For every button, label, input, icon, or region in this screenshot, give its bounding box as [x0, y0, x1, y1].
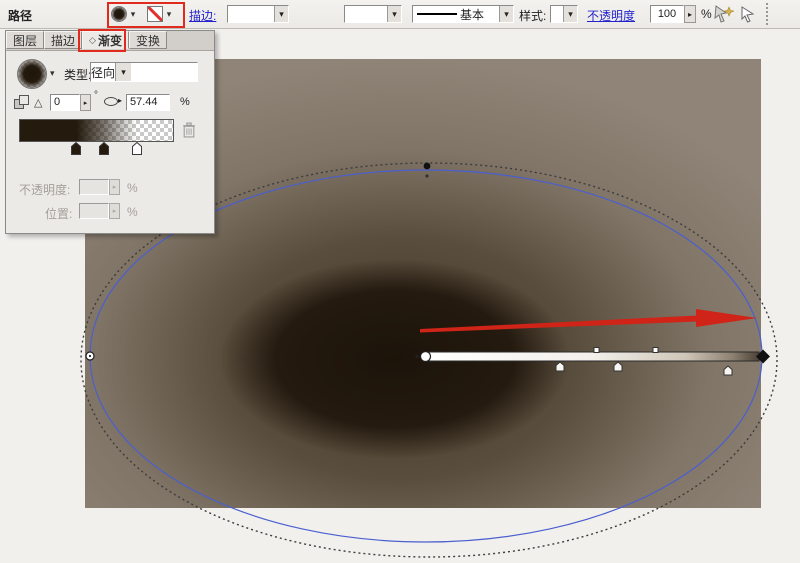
- stroke-category-select[interactable]: ▾: [227, 5, 289, 23]
- opacity-slider-button[interactable]: ▸: [684, 5, 696, 23]
- chevron-down-icon[interactable]: ▾: [563, 6, 577, 22]
- stop-opacity-label: 不透明度:: [19, 183, 71, 197]
- chevron-down-icon: ▾: [130, 8, 136, 19]
- stroke-tip-select[interactable]: ▾: [344, 5, 402, 23]
- ellipse-ratio-input[interactable]: 57.44: [126, 94, 170, 111]
- ellipse-shape: [104, 97, 118, 106]
- chevron-down-icon[interactable]: ▾: [387, 6, 401, 22]
- opacity-input[interactable]: 100: [650, 5, 684, 23]
- angle-icon: △: [34, 97, 43, 109]
- chevron-down-icon: ▾: [166, 8, 172, 19]
- diamond-icon: ◇: [89, 34, 96, 45]
- ellipse-tip-arrow: ▸: [118, 96, 123, 105]
- tab-transform[interactable]: 变换: [128, 31, 167, 49]
- fill-panel: 图层 描边 ◇ 渐变 变换 ▾ 类型: 径向 ▾ △ 0 ▸ ° ▸ 57.44…: [5, 30, 215, 234]
- gradient-stop[interactable]: [71, 142, 82, 155]
- opacity-percent-label: %: [701, 7, 712, 21]
- gradient-angle-input[interactable]: 0: [50, 94, 80, 111]
- gradient-stop[interactable]: [131, 142, 142, 155]
- gradient-type-select[interactable]: 径向 ▾: [90, 62, 198, 82]
- ellipse-ratio-icon: ▸: [104, 96, 124, 108]
- texture-icon[interactable]: [14, 95, 29, 109]
- selection-type-label: 路径: [8, 9, 33, 23]
- gradient-ramp-preview[interactable]: [19, 119, 174, 142]
- stroke-color-well[interactable]: ▾: [147, 5, 174, 23]
- effects-wand-icon[interactable]: [714, 5, 734, 23]
- property-toolbar: 路径 ▾ ▾ 描边: ▾ ▾ 基本 ▾ 样式: ▾ 不透明度 100 ▸ %: [0, 0, 800, 29]
- tab-label: 变换: [135, 33, 160, 48]
- stop-position-percent: %: [127, 205, 138, 219]
- degree-symbol: °: [94, 90, 98, 101]
- tab-layers[interactable]: 图层: [6, 31, 45, 49]
- tab-label: 描边: [51, 33, 76, 48]
- gradient-stops-row: [19, 142, 174, 156]
- application-window: 路径 ▾ ▾ 描边: ▾ ▾ 基本 ▾ 样式: ▾ 不透明度 100 ▸ % 图…: [0, 0, 800, 563]
- stop-position-label: 位置:: [45, 207, 73, 221]
- tab-label: 图层: [13, 33, 38, 48]
- tab-label: 渐变: [97, 33, 122, 48]
- angle-slider-button[interactable]: ▸: [80, 94, 91, 111]
- panel-tab-bar: 图层 描边 ◇ 渐变 变换: [6, 31, 214, 51]
- gradient-preview-swatch[interactable]: [17, 59, 47, 89]
- gradient-stop[interactable]: [99, 142, 110, 155]
- stroke-preview-line: [417, 13, 457, 15]
- stop-opacity-slider-button: ▸: [109, 179, 120, 195]
- no-color-swatch-icon: [147, 6, 163, 22]
- chevron-down-icon[interactable]: ▾: [115, 63, 132, 81]
- chevron-down-icon[interactable]: ▾: [274, 6, 288, 22]
- fill-gradient-swatch-icon: [111, 6, 127, 22]
- gradient-type-label: 类型:: [64, 68, 92, 82]
- stroke-options-link[interactable]: 描边:: [189, 7, 216, 24]
- stop-position-slider-button: ▸: [109, 203, 120, 219]
- pointer-icon[interactable]: [739, 5, 757, 23]
- stop-opacity-percent: %: [127, 181, 138, 195]
- line-style-value: 基本: [460, 7, 485, 22]
- chevron-down-icon[interactable]: ▾: [499, 6, 513, 22]
- fill-color-well[interactable]: ▾: [111, 5, 138, 23]
- line-style-select[interactable]: 基本 ▾: [412, 5, 514, 23]
- tab-stroke[interactable]: 描边: [44, 31, 83, 49]
- style-select[interactable]: ▾: [550, 5, 578, 23]
- stop-opacity-input: [79, 179, 109, 195]
- stop-position-input: [79, 203, 109, 219]
- opacity-link[interactable]: 不透明度: [587, 7, 635, 24]
- style-label: 样式:: [519, 9, 547, 23]
- toolbar-grip[interactable]: [766, 3, 773, 25]
- trash-icon[interactable]: [182, 122, 196, 138]
- gradient-type-value: 径向: [91, 65, 116, 80]
- ratio-percent-label: %: [180, 96, 190, 108]
- gradient-panel-body: ▾ 类型: 径向 ▾ △ 0 ▸ ° ▸ 57.44 % 不透明度: ▸ % 位…: [6, 50, 214, 233]
- chevron-down-icon[interactable]: ▾: [50, 68, 55, 79]
- tab-gradient[interactable]: ◇ 渐变: [82, 31, 129, 49]
